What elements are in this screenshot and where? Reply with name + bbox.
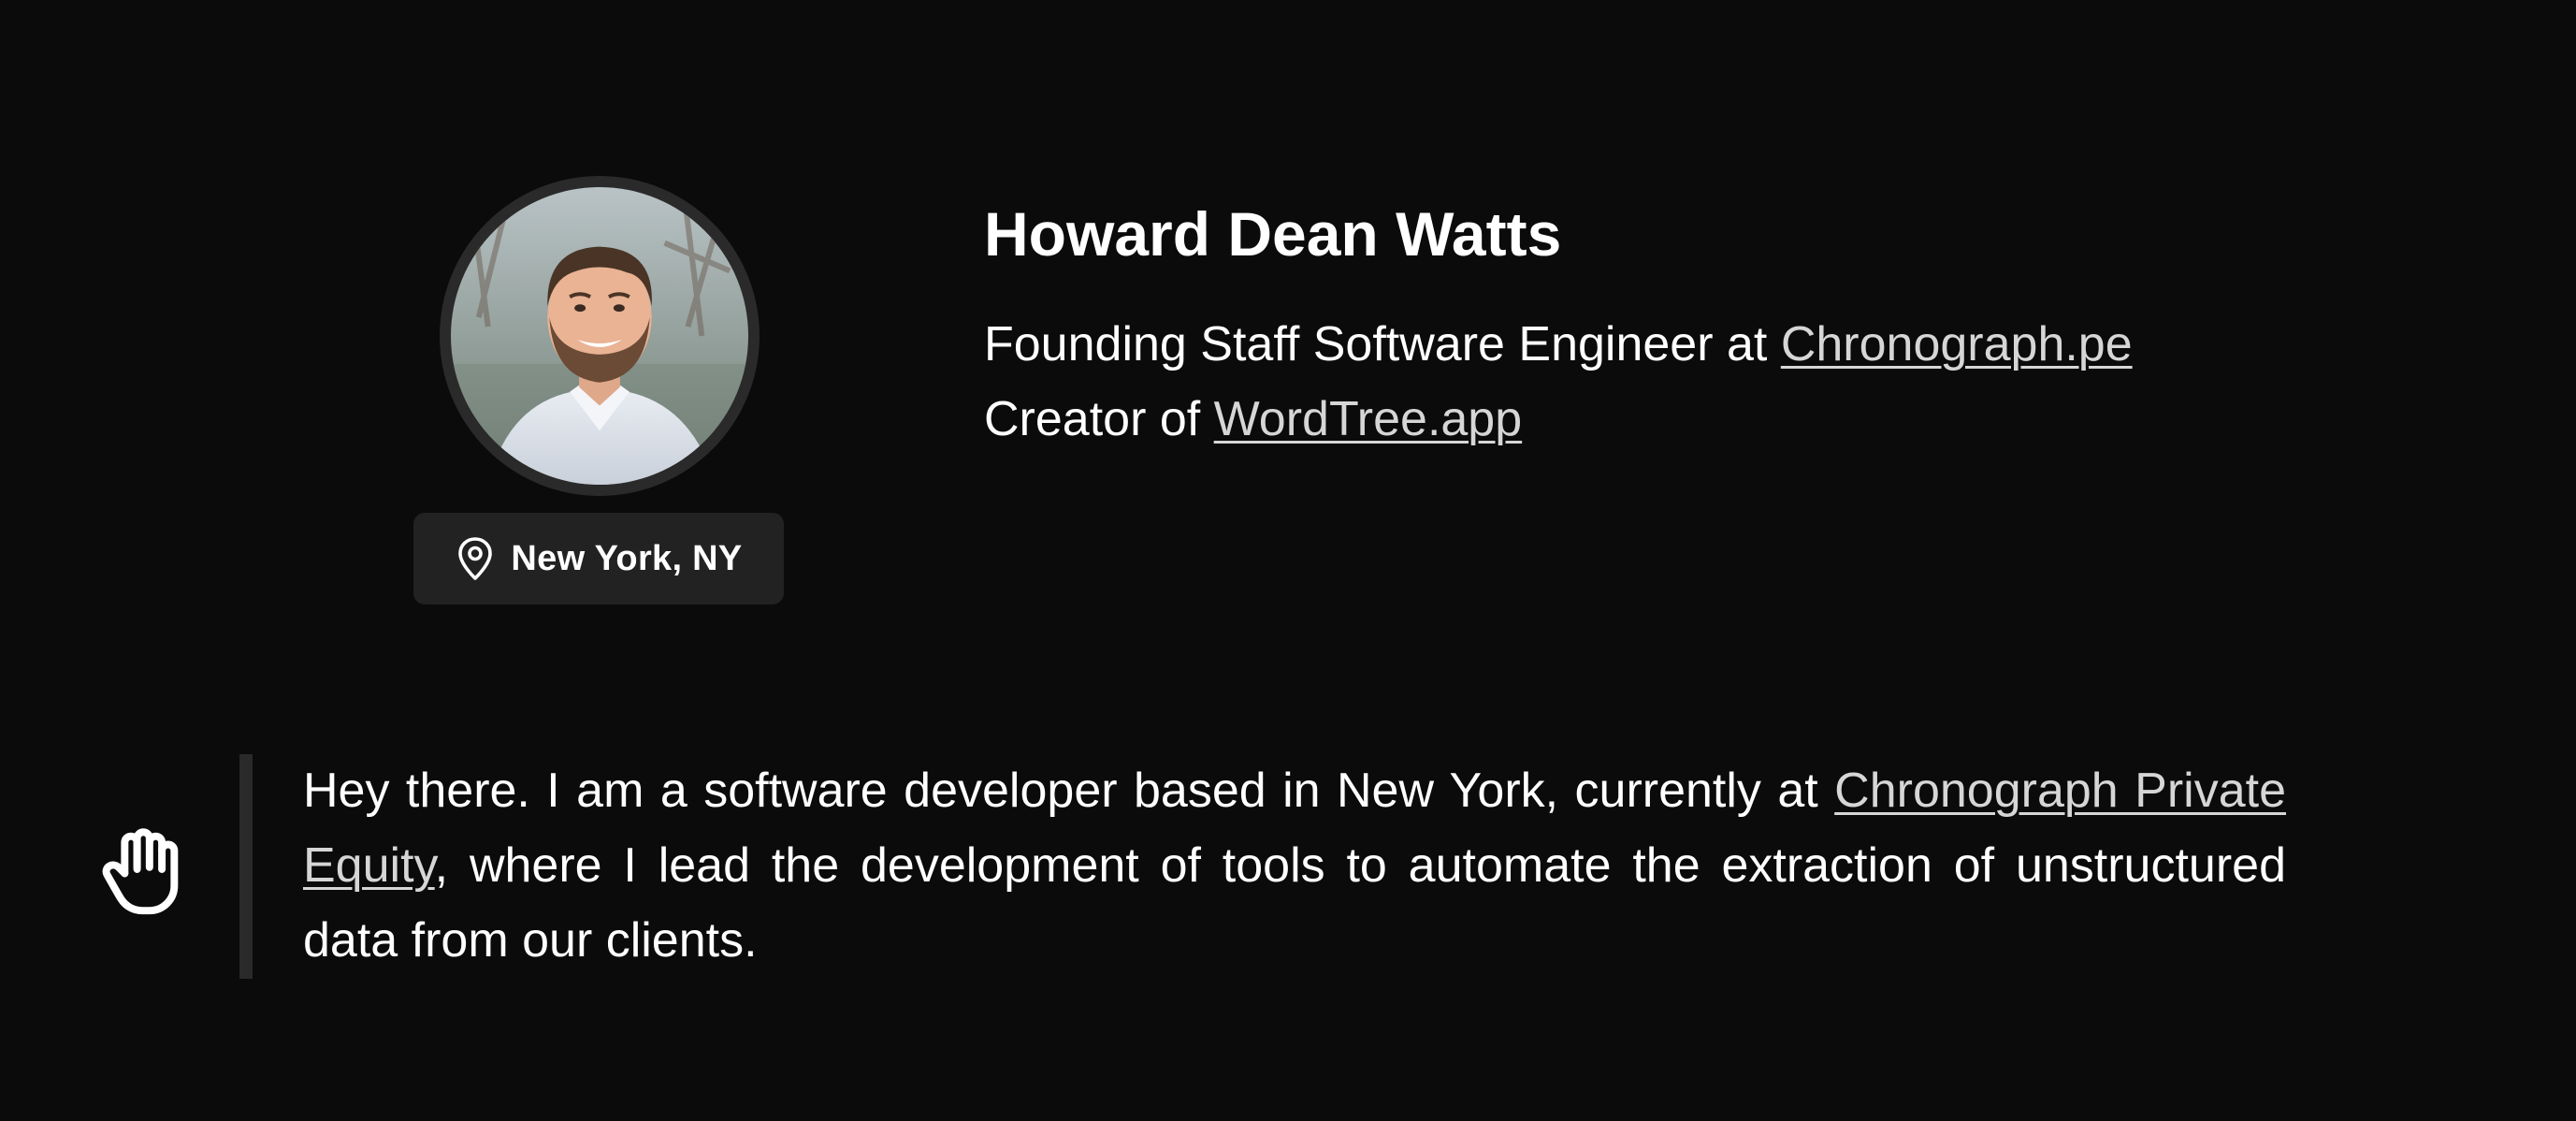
quote-bar [239,754,253,979]
role-line: Founding Staff Software Engineer at Chro… [984,315,2133,373]
intro-paragraph: Hey there. I am a software developer bas… [303,753,2286,978]
map-pin-icon [458,537,493,580]
location-badge: New York, NY [413,513,784,604]
avatar-frame [440,176,760,496]
location-text: New York, NY [511,538,743,578]
wordtree-link[interactable]: WordTree.app [1214,392,1523,446]
creator-line: Creator of WordTree.app [984,390,1522,448]
intro-text-end: , where I lead the development of tools … [303,838,2286,968]
waving-hand-icon [102,828,179,915]
avatar [451,187,748,485]
profile-name: Howard Dean Watts [984,199,1562,269]
avatar-photo [451,187,748,485]
role-text: Founding Staff Software Engineer at [984,317,1781,371]
intro-text-start: Hey there. I am a software developer bas… [303,764,1835,818]
creator-text: Creator of [984,392,1214,446]
chronograph-link[interactable]: Chronograph.pe [1781,317,2133,371]
